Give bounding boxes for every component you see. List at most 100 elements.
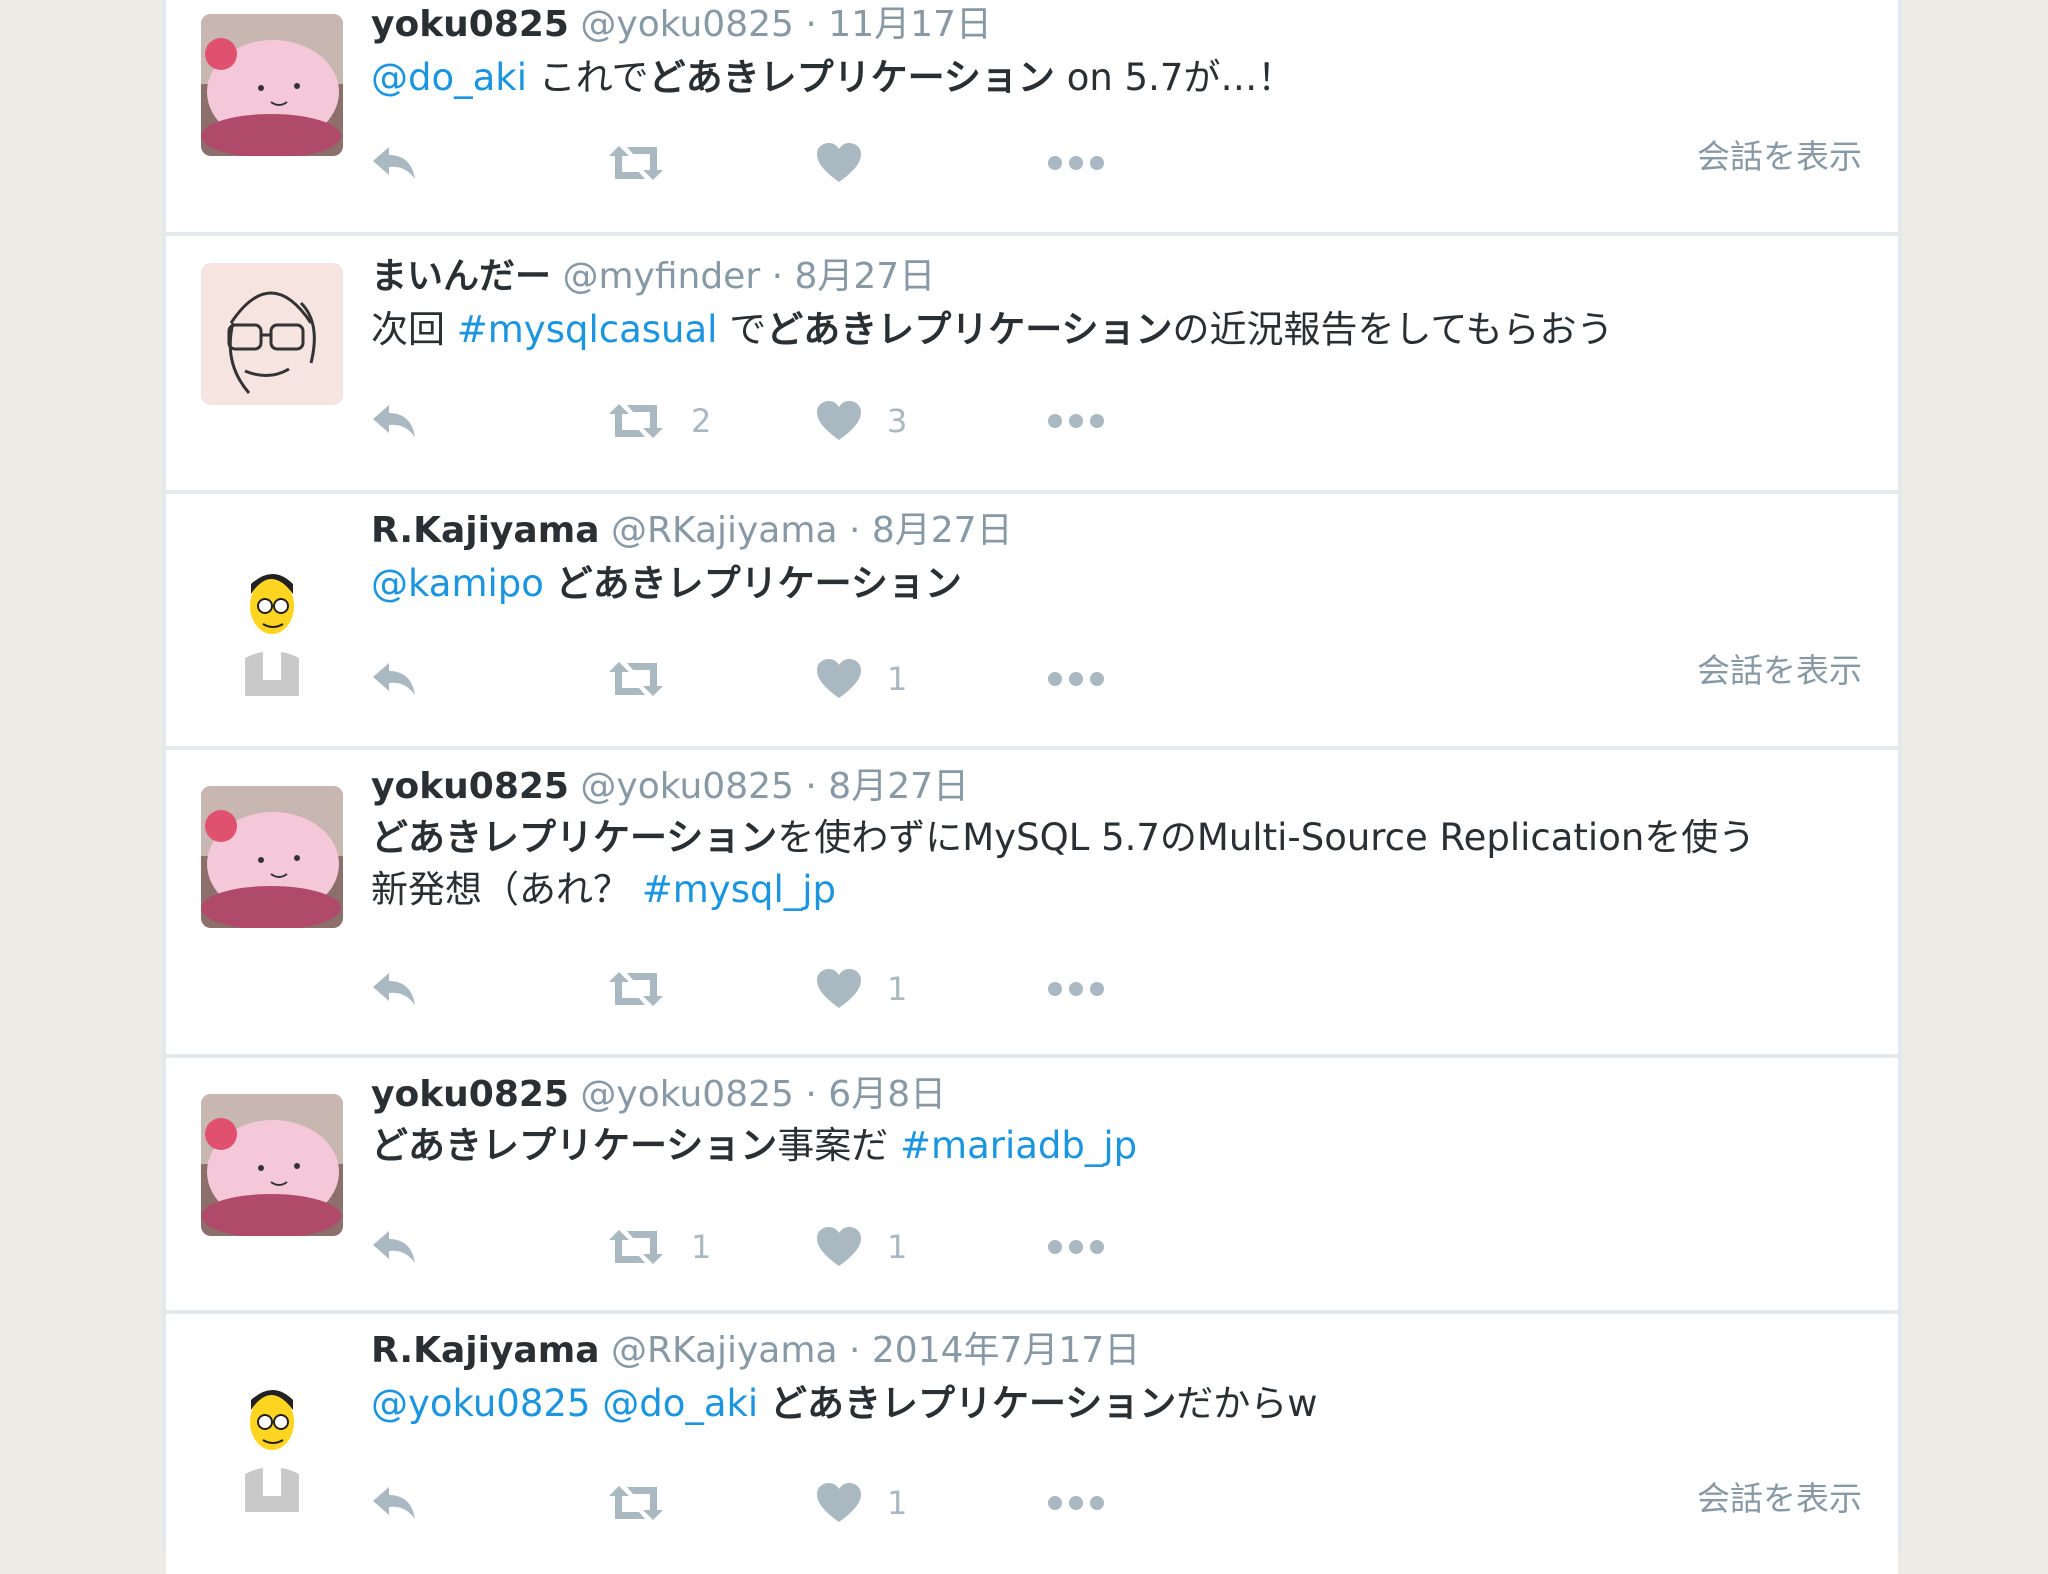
reply-button[interactable] [371,654,417,704]
tweet-text-segment [590,1382,602,1425]
tweet-text: @do_aki これでどあきレプリケーション on 5.7が…！ [371,52,1871,104]
more-icon [1048,156,1104,170]
like-count: 3 [887,402,908,440]
reply-button[interactable] [371,1222,417,1272]
tweet-text-segment: で [717,308,767,351]
tweet-header: yoku0825 @yoku0825 · 11月17日 [371,2,992,48]
timestamp[interactable]: 2014年7月17日 [872,1330,1140,1371]
like-button[interactable]: 3 [817,396,907,446]
tweet-link[interactable]: @do_aki [602,1382,758,1425]
reply-button[interactable] [371,1478,417,1528]
avatar[interactable] [201,554,343,696]
highlighted-text: どあきレプリケーション [371,1124,778,1167]
cartoon-man-avatar-icon [201,554,343,696]
tweet-link[interactable]: #mariadb_jp [900,1124,1137,1167]
tweet-text: 次回 #mysqlcasual でどあきレプリケーションの近況報告をしてもらおう [371,304,1871,356]
more-button[interactable] [1047,964,1105,1014]
like-count: 1 [887,660,908,698]
tweet-header: まいんだー @myfinder · 8月27日 [371,254,935,300]
reply-icon [373,1231,415,1263]
like-button[interactable]: 1 [817,964,907,1014]
timestamp[interactable]: 8月27日 [795,256,936,297]
tweet-text-segment: を使わずにMySQL 5.7のMulti-Source Replicationを… [777,816,1756,859]
display-name[interactable]: yoku0825 [371,1074,569,1115]
view-conversation-link[interactable]: 会話を表示 [1697,644,1862,692]
display-name[interactable]: R.Kajiyama [371,510,600,551]
view-conversation-link[interactable]: 会話を表示 [1697,1472,1862,1520]
avatar[interactable] [201,786,343,928]
pink-blob-avatar-icon [201,1094,343,1236]
tweet[interactable]: R.Kajiyama @RKajiyama · 2014年7月17日 @yoku… [166,1314,1898,1574]
sketch-face-avatar-icon [201,263,343,405]
like-count: 1 [887,970,908,1008]
retweet-button[interactable] [607,654,691,704]
more-button[interactable] [1047,654,1105,704]
tweet-text-segment [758,1382,770,1425]
reply-button[interactable] [371,964,417,1014]
like-button[interactable]: 1 [817,1222,907,1272]
user-handle[interactable]: @yoku0825 [580,1074,794,1115]
retweet-button[interactable]: 1 [607,1222,711,1272]
pink-blob-avatar-icon [201,786,343,928]
more-icon [1048,672,1104,686]
user-handle[interactable]: @yoku0825 [580,4,794,45]
avatar[interactable] [201,263,343,405]
tweet-link[interactable]: @do_aki [371,56,527,99]
tweet[interactable]: まいんだー @myfinder · 8月27日 次回 #mysqlcasual … [166,236,1898,490]
tweet[interactable]: yoku0825 @yoku0825 · 8月27日 どあきレプリケーションを使… [166,750,1898,1054]
tweet-text: どあきレプリケーションを使わずにMySQL 5.7のMulti-Source R… [371,812,1871,916]
timestamp[interactable]: 11月17日 [828,4,992,45]
reply-icon [373,663,415,695]
tweet-actions: 1 [371,1478,1871,1528]
user-handle[interactable]: @myfinder [562,256,760,297]
retweet-button[interactable]: 2 [607,396,711,446]
display-name[interactable]: R.Kajiyama [371,1330,600,1371]
separator: · [848,1330,861,1371]
user-handle[interactable]: @RKajiyama [611,1330,838,1371]
avatar[interactable] [201,14,343,156]
timestamp[interactable]: 8月27日 [872,510,1013,551]
retweet-button[interactable] [607,1478,691,1528]
like-button[interactable]: 1 [817,1478,907,1528]
like-button[interactable]: 1 [817,654,907,704]
heart-icon [817,1483,861,1522]
cartoon-man-avatar-icon [201,1370,343,1512]
more-button[interactable] [1047,396,1105,446]
more-button[interactable] [1047,1478,1105,1528]
tweet-header: yoku0825 @yoku0825 · 6月8日 [371,1072,946,1118]
timestamp[interactable]: 6月8日 [828,1074,946,1115]
avatar[interactable] [201,1094,343,1236]
reply-button[interactable] [371,396,417,446]
user-handle[interactable]: @yoku0825 [580,766,794,807]
view-conversation-link[interactable]: 会話を表示 [1697,130,1862,178]
retweet-button[interactable] [607,964,691,1014]
retweet-count: 2 [691,402,712,440]
user-handle[interactable]: @RKajiyama [611,510,838,551]
tweet-link[interactable]: #mysqlcasual [457,308,718,351]
heart-icon [817,143,861,182]
tweet-link[interactable]: @yoku0825 [371,1382,590,1425]
more-icon [1048,414,1104,428]
timestamp[interactable]: 8月27日 [828,766,969,807]
reply-button[interactable] [371,138,417,188]
retweet-count: 1 [691,1228,712,1266]
tweet[interactable]: yoku0825 @yoku0825 · 6月8日 どあきレプリケーション事案だ… [166,1058,1898,1310]
display-name[interactable]: yoku0825 [371,4,569,45]
retweet-button[interactable] [607,138,691,188]
like-button[interactable] [817,138,887,188]
avatar[interactable] [201,1370,343,1512]
highlighted-text: どあきレプリケーション [555,562,962,605]
tweet-text-segment: だからw [1176,1382,1318,1425]
reply-icon [373,405,415,437]
more-button[interactable] [1047,138,1105,188]
display-name[interactable]: yoku0825 [371,766,569,807]
tweet[interactable]: yoku0825 @yoku0825 · 11月17日 @do_aki これでど… [166,0,1898,232]
tweet-text: @kamipo どあきレプリケーション [371,558,1871,610]
tweet-text-segment: の近況報告をしてもらおう [1172,308,1614,351]
pink-blob-avatar-icon [201,14,343,156]
tweet-link[interactable]: @kamipo [371,562,544,605]
tweet[interactable]: R.Kajiyama @RKajiyama · 8月27日 @kamipo どあ… [166,494,1898,746]
display-name[interactable]: まいんだー [371,256,551,297]
more-button[interactable] [1047,1222,1105,1272]
tweet-link[interactable]: #mysql_jp [642,868,836,911]
